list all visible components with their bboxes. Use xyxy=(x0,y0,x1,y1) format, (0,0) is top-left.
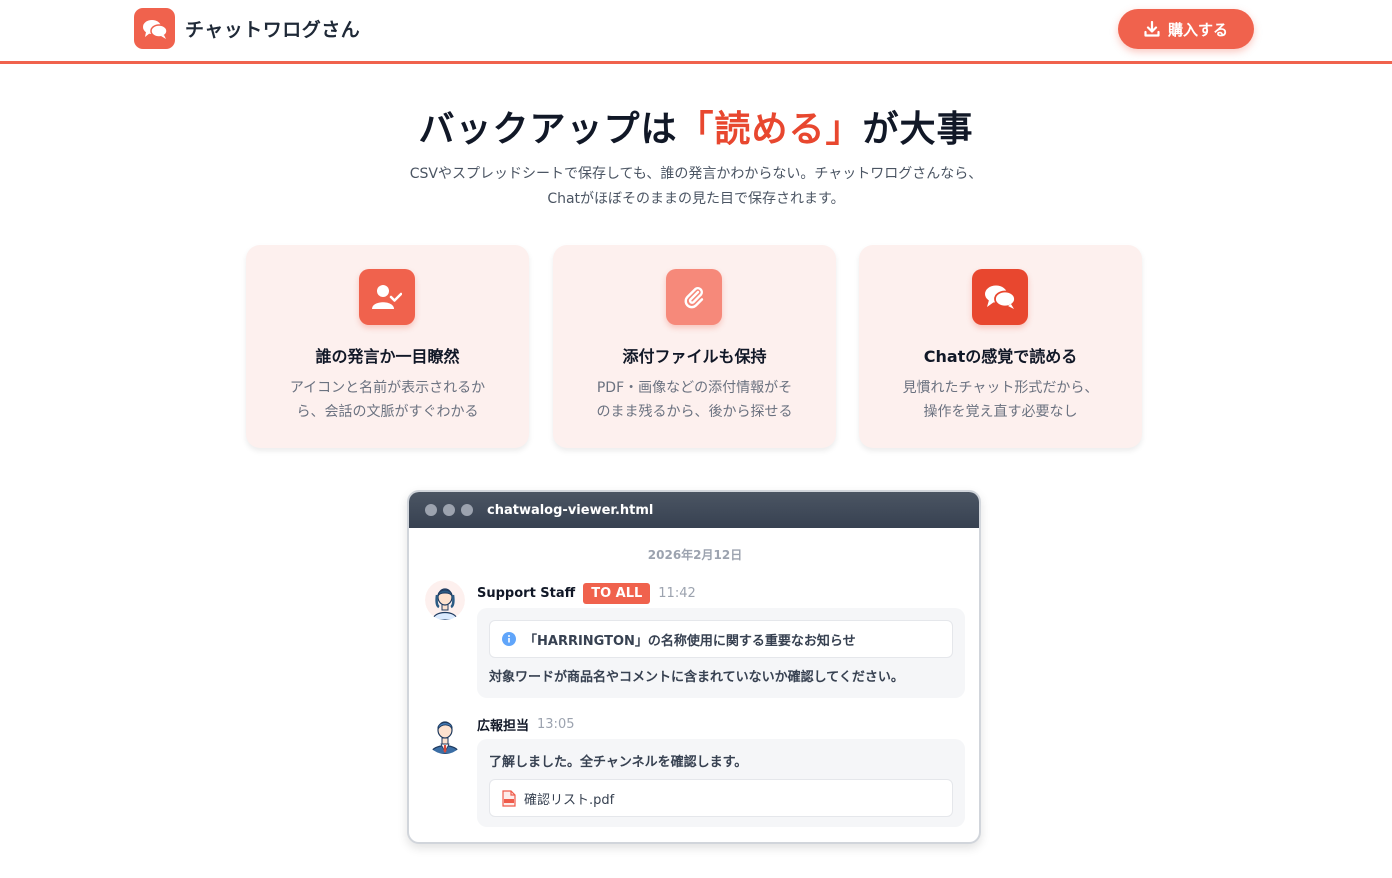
buy-button[interactable]: 購入する xyxy=(1118,9,1254,49)
message-time: 13:05 xyxy=(537,717,575,732)
window-dot-icon xyxy=(461,504,473,516)
window-dot-icon xyxy=(443,504,455,516)
notice-card[interactable]: 「HARRINGTON」の名称使用に関する重要なお知らせ xyxy=(489,620,953,658)
info-icon xyxy=(502,632,516,646)
app-name: チャットワログさん xyxy=(185,19,361,41)
message-header: Support Staff TO ALL 11:42 xyxy=(477,583,696,604)
site-header: チャットワログさん 購入する xyxy=(0,0,1392,64)
message-time: 11:42 xyxy=(658,586,696,601)
hero-title-accent: 「読める」 xyxy=(677,109,863,150)
message-header: 広報担当 13:05 xyxy=(477,715,574,734)
message-bubble: 「HARRINGTON」の名称使用に関する重要なお知らせ 対象ワードが商品名やコ… xyxy=(477,608,965,698)
sender-name: Support Staff xyxy=(477,586,576,601)
viewer-titlebar: chatwalog-viewer.html xyxy=(409,492,979,528)
window-dot-icon xyxy=(425,504,437,516)
attachment-file[interactable]: 確認リスト.pdf xyxy=(489,779,953,817)
feature-card-speaker: 誰の発言か一目瞭然 アイコンと名前が表示されるか ら、会話の文脈がすぐわかる xyxy=(246,245,529,448)
pdf-file-icon xyxy=(502,789,516,807)
feature-card-attachments: 添付ファイルも保持 PDF・画像などの添付情報がそ のまま残るから、後から探せる xyxy=(553,245,836,448)
hero-title: バックアップは「読める」が大事 xyxy=(418,109,974,150)
user-check-icon xyxy=(359,269,415,325)
support-staff-avatar xyxy=(425,580,465,620)
download-icon xyxy=(1144,21,1160,37)
paperclip-icon xyxy=(666,269,722,325)
notice-text: 「HARRINGTON」の名称使用に関する重要なお知らせ xyxy=(524,633,856,649)
attachment-name: 確認リスト.pdf xyxy=(524,792,615,808)
message-text: 対象ワードが商品名やコメントに含まれていないか確認してください。 xyxy=(489,670,904,685)
to-all-badge: TO ALL xyxy=(583,583,651,604)
feature-card-chat-feel: Chatの感覚で読める 見慣れたチャット形式だから、 操作を覚え直す必要なし xyxy=(859,245,1142,448)
chat-bubbles-icon xyxy=(134,8,175,49)
sender-name: 広報担当 xyxy=(477,719,530,734)
date-divider: 2026年2月12日 xyxy=(647,548,743,562)
message-text: 了解しました。全チャンネルを確認します。 xyxy=(489,755,748,770)
message-bubble: 了解しました。全チャンネルを確認します。 確認リスト.pdf xyxy=(477,739,965,827)
logo[interactable]: チャットワログさん xyxy=(134,8,360,49)
viewer-window: chatwalog-viewer.html 2026年2月12日 Support… xyxy=(407,490,981,844)
chat-bubbles-icon xyxy=(972,269,1028,325)
viewer-filename: chatwalog-viewer.html xyxy=(487,502,654,518)
buy-button-label: 購入する xyxy=(1167,20,1228,39)
hero-subtitle: CSVやスプレッドシートで保存しても、誰の発言かわからない。チャットワログさんな… xyxy=(409,166,983,207)
pr-staff-avatar xyxy=(425,714,465,754)
